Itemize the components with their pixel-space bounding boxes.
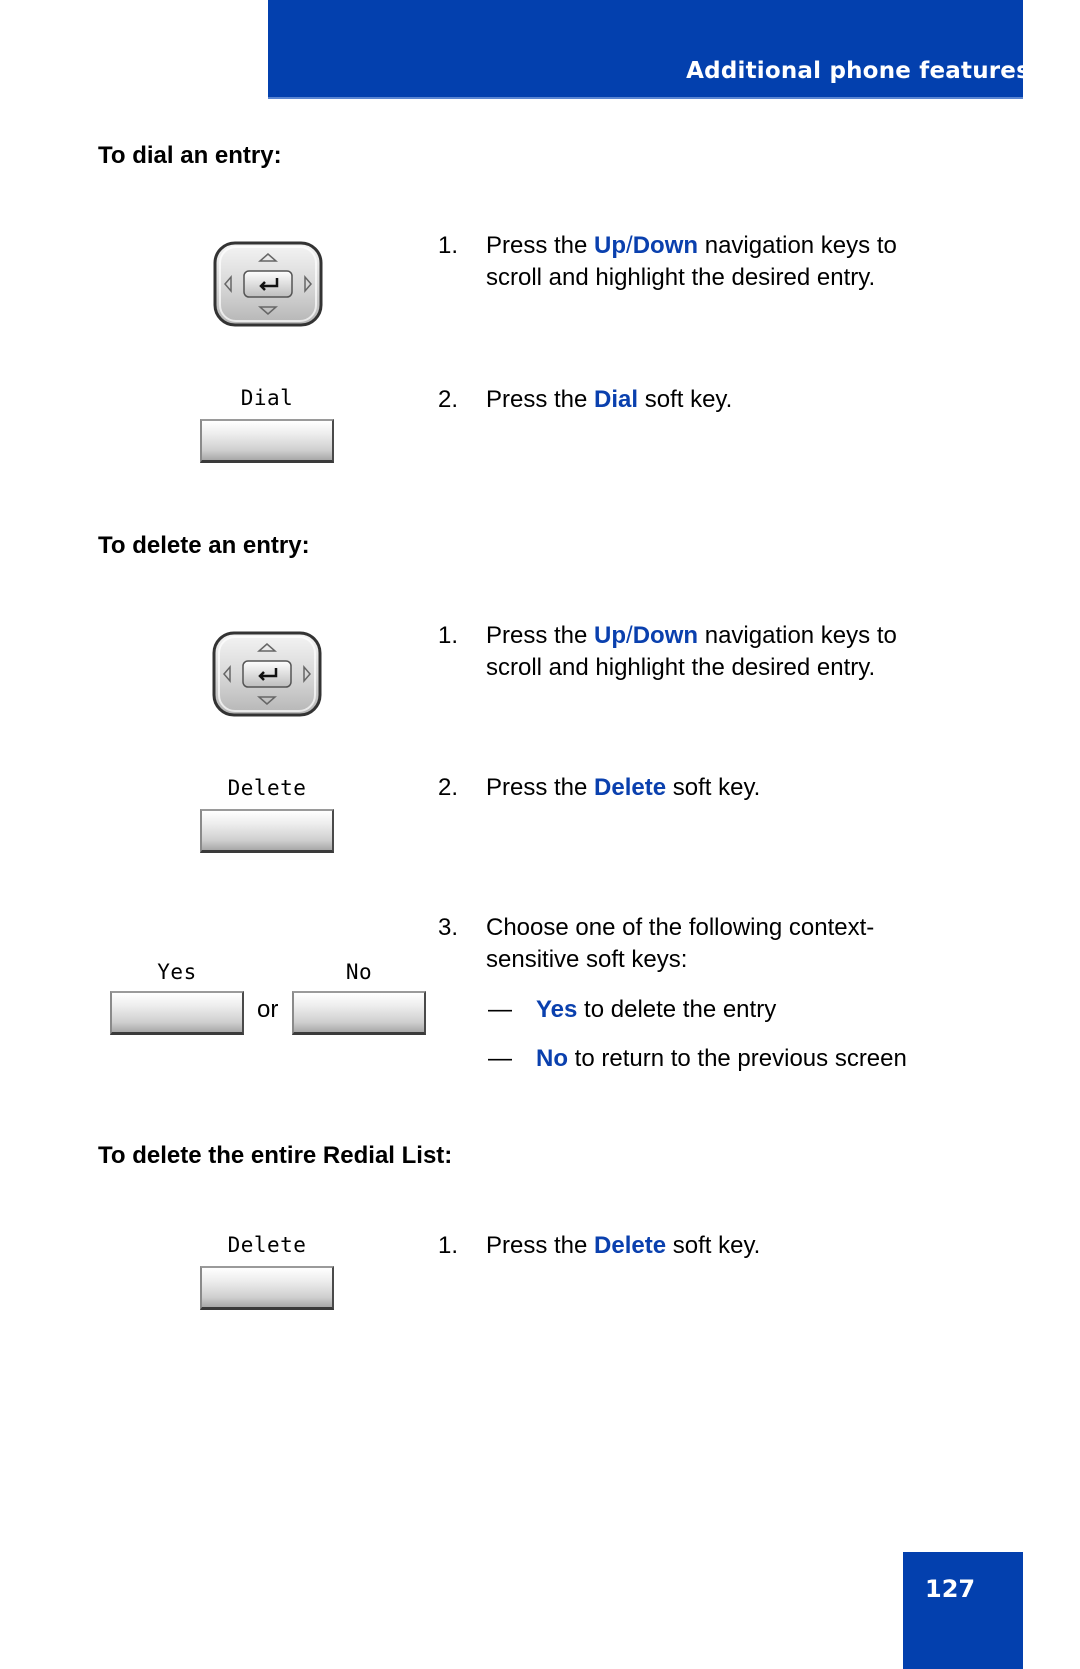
navigation-pad-icon (212, 631, 322, 717)
key-name-yes: Yes (536, 996, 578, 1023)
key-name-up: Up (594, 232, 627, 259)
step-delete-list-1: 1. Press the Delete soft key. (438, 1230, 760, 1262)
softkey-label-no: No (345, 960, 373, 984)
delete-list-softkey-button[interactable] (200, 1266, 334, 1310)
step-number: 1. (438, 1232, 459, 1259)
option-yes: — Yes to delete the entry (488, 996, 777, 1023)
section-heading-dial: To dial an entry: (98, 142, 282, 169)
step-dial-2: 2. Press the Dial soft key. (438, 384, 732, 416)
chapter-title: Additional phone features (686, 58, 1030, 84)
step-number: 2. (438, 774, 459, 801)
key-name-dial: Dial (594, 386, 639, 413)
step-delete-1: 1. Press the Up/Down navigation keys to s… (438, 622, 897, 681)
yes-softkey-button[interactable] (110, 991, 244, 1035)
dial-softkey-button[interactable] (200, 419, 334, 463)
page-number: 127 (925, 1575, 976, 1603)
option-no: — No to return to the previous screen (488, 1045, 907, 1072)
section-heading-delete-list: To delete the entire Redial List: (98, 1142, 453, 1169)
key-name-no: No (536, 1045, 568, 1072)
no-softkey-button[interactable] (292, 991, 426, 1035)
key-name-down: Down (632, 232, 699, 259)
section-heading-delete-entry: To delete an entry: (98, 532, 310, 559)
chapter-header-bar (268, 0, 1023, 99)
step-number: 3. (438, 914, 459, 941)
step-number: 1. (438, 622, 459, 649)
step-number: 2. (438, 386, 459, 413)
navigation-pad-icon (213, 241, 323, 327)
key-name-down: Down (632, 622, 699, 649)
step-delete-3: 3. Choose one of the following context- s… (438, 914, 875, 973)
or-label: or (257, 996, 279, 1023)
step-dial-1: 1. Press the Up/Down navigation keys to s… (438, 232, 897, 291)
step-delete-2: 2. Press the Delete soft key. (438, 772, 760, 804)
softkey-label-dial: Dial (240, 386, 294, 410)
key-name-up: Up (594, 622, 627, 649)
key-name-delete: Delete (594, 774, 667, 801)
delete-softkey-button[interactable] (200, 809, 334, 853)
step-number: 1. (438, 232, 459, 259)
page-number-box (903, 1552, 1023, 1669)
softkey-label-delete: Delete (227, 1233, 307, 1257)
softkey-label-yes: Yes (157, 960, 197, 984)
softkey-label-delete: Delete (227, 776, 307, 800)
key-name-delete: Delete (594, 1232, 667, 1259)
